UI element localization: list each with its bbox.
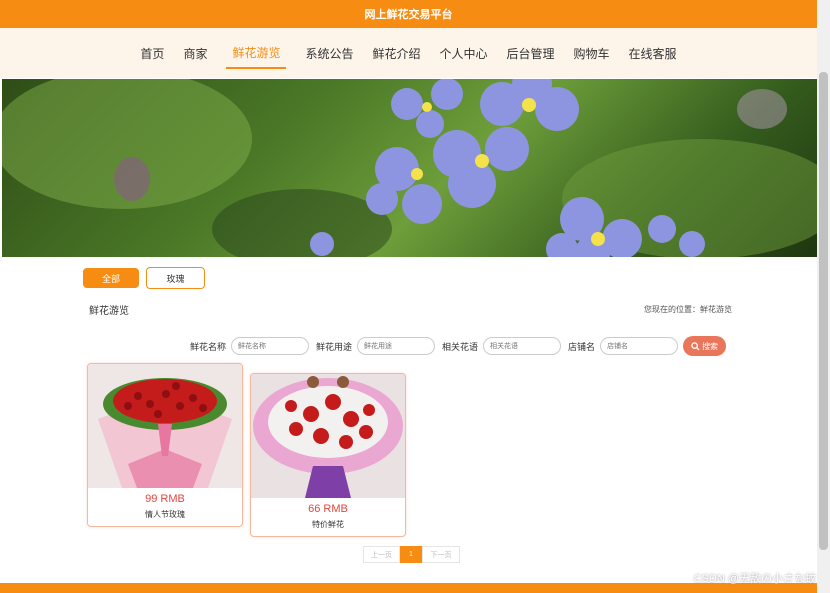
flower-use-label: 鲜花用途 bbox=[316, 341, 353, 352]
nav-item-browse-flowers[interactable]: 鲜花游览 bbox=[226, 38, 287, 69]
prev-page-button[interactable]: 上一页 bbox=[363, 546, 400, 563]
pagination: 上一页 1 下一页 bbox=[363, 546, 460, 563]
search-button[interactable]: 搜索 bbox=[683, 336, 727, 356]
product-name-2[interactable]: 特价鲜花 bbox=[251, 519, 405, 530]
shop-name-label: 店铺名 bbox=[568, 341, 596, 352]
product-price-1: 99 RMB bbox=[145, 493, 185, 505]
nav-item-flower-intro[interactable]: 鲜花介绍 bbox=[372, 39, 420, 68]
shop-name-input[interactable] bbox=[600, 337, 679, 355]
banner-carousel[interactable] bbox=[2, 79, 817, 257]
flower-use-input[interactable] bbox=[357, 337, 436, 355]
product-card-2[interactable]: 66 RMB 特价鲜花 bbox=[250, 373, 406, 537]
flower-name-input[interactable] bbox=[231, 337, 310, 355]
search-bar: 鲜花名称 鲜花用途 相关花语 店铺名 搜索 bbox=[190, 336, 727, 356]
category-rose-button[interactable]: 玫瑰 bbox=[146, 267, 205, 289]
breadcrumb: 您现在的位置：鲜花游览 bbox=[644, 305, 732, 314]
nav-item-admin[interactable]: 后台管理 bbox=[507, 39, 555, 68]
category-all-button[interactable]: 全部 bbox=[83, 268, 139, 288]
page-1-button[interactable]: 1 bbox=[400, 546, 422, 563]
site-title: 网上鲜花交易平台 bbox=[364, 9, 453, 21]
flower-language-label: 相关花语 bbox=[442, 341, 479, 352]
nav-item-cart[interactable]: 购物车 bbox=[574, 39, 610, 68]
product-image-1[interactable] bbox=[88, 364, 242, 488]
next-page-button[interactable]: 下一页 bbox=[422, 546, 460, 563]
nav-item-merchants[interactable]: 商家 bbox=[183, 39, 207, 68]
scrollbar-thumb[interactable] bbox=[819, 72, 828, 550]
search-button-label: 搜索 bbox=[702, 341, 719, 351]
search-icon bbox=[691, 341, 700, 351]
nav-item-support[interactable]: 在线客服 bbox=[629, 39, 677, 68]
flower-name-label: 鲜花名称 bbox=[190, 341, 227, 352]
nav-item-user-center[interactable]: 个人中心 bbox=[440, 39, 488, 68]
product-card-1[interactable]: 99 RMB 情人节玫瑰 bbox=[87, 363, 243, 527]
banner-image bbox=[2, 79, 817, 257]
section-title: 鲜花游览 bbox=[89, 306, 129, 317]
product-image-2[interactable] bbox=[251, 374, 405, 498]
watermark: CSDN @无敌の小さな蚊 bbox=[693, 573, 816, 585]
scrollbar[interactable] bbox=[817, 0, 830, 593]
site-header: 网上鲜花交易平台 bbox=[0, 0, 817, 28]
product-name-1[interactable]: 情人节玫瑰 bbox=[88, 509, 242, 520]
flower-language-input[interactable] bbox=[483, 337, 562, 355]
nav-item-home[interactable]: 首页 bbox=[140, 39, 164, 68]
nav-item-announcements[interactable]: 系统公告 bbox=[305, 39, 353, 68]
main-nav: 首页 商家 鲜花游览 系统公告 鲜花介绍 个人中心 后台管理 购物车 在线客服 bbox=[0, 28, 817, 78]
product-price-2: 66 RMB bbox=[308, 503, 348, 515]
